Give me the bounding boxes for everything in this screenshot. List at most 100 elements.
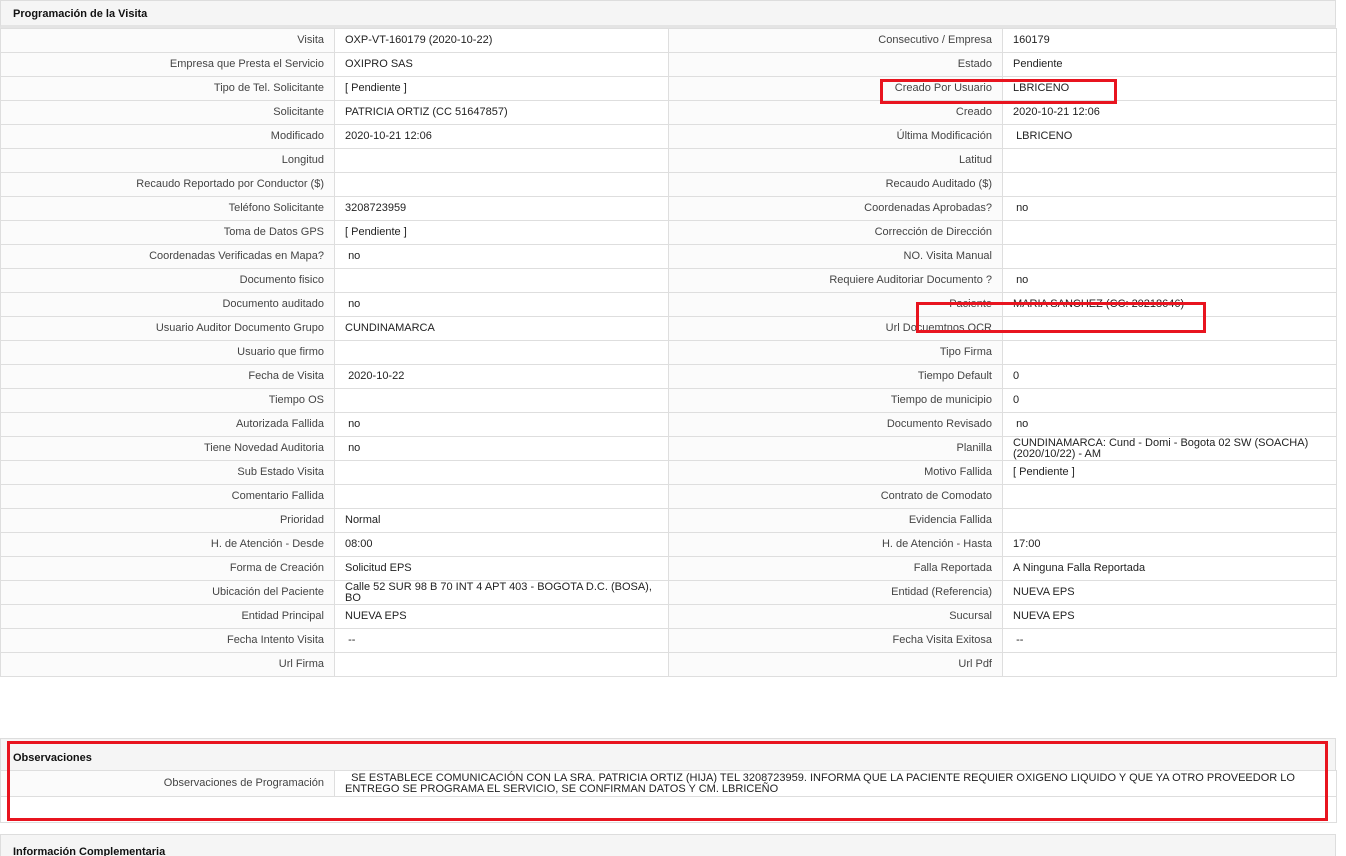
field-label: Entidad Principal <box>0 604 335 629</box>
field-label: Creado <box>668 100 1003 125</box>
field-label: Fecha Intento Visita <box>0 628 335 653</box>
table-row: Visita OXP-VT-160179 (2020-10-22) Consecut… <box>0 28 1337 53</box>
field-value: 0 <box>1002 388 1337 413</box>
field-label: Empresa que Presta el Servicio <box>0 52 335 77</box>
field-label: Latitud <box>668 148 1003 173</box>
field-label: Tipo Firma <box>668 340 1003 365</box>
field-label: Prioridad <box>0 508 335 533</box>
field-value: NUEVA EPS <box>1002 604 1337 629</box>
observaciones-table: Observaciones de Programación SE ESTABLE… <box>0 770 1337 823</box>
field-label: Última Modificación <box>668 124 1003 149</box>
field-label: Recaudo Reportado por Conductor ($) <box>0 172 335 197</box>
field-value: no <box>334 292 669 317</box>
table-row: Recaudo Reportado por Conductor ($) Recau… <box>0 172 1337 197</box>
table-row: Autorizada Fallida no Documento Revisado … <box>0 412 1337 437</box>
field-label: Coordenadas Verificadas en Mapa? <box>0 244 335 269</box>
table-row: Tiene Novedad Auditoria no Planilla CUNDIN… <box>0 436 1337 461</box>
field-value <box>1002 172 1337 197</box>
programacion-table: Visita OXP-VT-160179 (2020-10-22) Consecut… <box>0 28 1337 677</box>
field-label: Visita <box>0 28 335 53</box>
field-value: [ Pendiente ] <box>334 220 669 245</box>
programacion-panel: Programación de la Visita Visita OXP-VT-1… <box>0 0 1337 677</box>
field-value: Calle 52 SUR 98 B 70 INT 4 APT 403 - BOG… <box>334 580 669 605</box>
field-value: MARIA SANCHEZ (CC: 20218646) <box>1002 292 1337 317</box>
table-row: Forma de Creación Solicitud EPS Falla Repo… <box>0 556 1337 581</box>
field-label: H. de Atención - Hasta <box>668 532 1003 557</box>
field-value: NUEVA EPS <box>334 604 669 629</box>
table-row: Solicitante PATRICIA ORTIZ (CC 51647857) C… <box>0 100 1337 125</box>
field-value <box>334 172 669 197</box>
table-row: Documento fisico Requiere Auditoriar Docu… <box>0 268 1337 293</box>
field-label: Longitud <box>0 148 335 173</box>
field-value <box>334 460 669 485</box>
field-value: OXIPRO SAS <box>334 52 669 77</box>
field-label: Fecha de Visita <box>0 364 335 389</box>
field-label: Requiere Auditoriar Documento ? <box>668 268 1003 293</box>
field-label: Fecha Visita Exitosa <box>668 628 1003 653</box>
table-row: Prioridad Normal Evidencia Fallida <box>0 508 1337 533</box>
field-label: Corrección de Dirección <box>668 220 1003 245</box>
field-value: 160179 <box>1002 28 1337 53</box>
field-label: Sub Estado Visita <box>0 460 335 485</box>
field-value: OXP-VT-160179 (2020-10-22) <box>334 28 669 53</box>
observaciones-panel: Observaciones Observaciones de Programac… <box>0 738 1337 823</box>
field-value: no <box>334 412 669 437</box>
field-value: [ Pendiente ] <box>1002 460 1337 485</box>
table-row: H. de Atención - Desde 08:00 H. de Atenció… <box>0 532 1337 557</box>
field-label: Comentario Fallida <box>0 484 335 509</box>
complementaria-panel: Información Complementaria <box>0 834 1336 856</box>
table-row: Teléfono Solicitante 3208723959 Coordenada… <box>0 196 1337 221</box>
table-row <box>0 796 1337 823</box>
field-label: Usuario que firmo <box>0 340 335 365</box>
field-value: 08:00 <box>334 532 669 557</box>
table-row: Comentario Fallida Contrato de Comodato <box>0 484 1337 509</box>
table-row: Modificado 2020-10-21 12:06 Última Modific… <box>0 124 1337 149</box>
field-label: Tiene Novedad Auditoria <box>0 436 335 461</box>
field-label: Motivo Fallida <box>668 460 1003 485</box>
field-value <box>334 652 669 677</box>
field-value: -- <box>1002 628 1337 653</box>
field-value: Solicitud EPS <box>334 556 669 581</box>
table-row: Tipo de Tel. Solicitante[ Pendiente ] Cre… <box>0 76 1337 101</box>
field-label: Tiempo Default <box>668 364 1003 389</box>
field-label: Solicitante <box>0 100 335 125</box>
field-label: Tiempo OS <box>0 388 335 413</box>
observaciones-value: SE ESTABLECE COMUNICACIÓN CON LA SRA. PA… <box>334 770 1337 797</box>
field-value: [ Pendiente ] <box>334 76 669 101</box>
field-value: 3208723959 <box>334 196 669 221</box>
field-label: Contrato de Comodato <box>668 484 1003 509</box>
field-value: -- <box>334 628 669 653</box>
table-row: Empresa que Presta el Servicio OXIPRO SAS… <box>0 52 1337 77</box>
field-label: Url Pdf <box>668 652 1003 677</box>
field-label: Url Firma <box>0 652 335 677</box>
field-value: 17:00 <box>1002 532 1337 557</box>
field-value: Normal <box>334 508 669 533</box>
field-label: Url Docuemtnos OCR <box>668 316 1003 341</box>
field-label: Coordenadas Aprobadas? <box>668 196 1003 221</box>
table-row: Usuario Auditor Documento Grupo CUNDINAMA… <box>0 316 1337 341</box>
field-label: Ubicación del Paciente <box>0 580 335 605</box>
field-value <box>1002 484 1337 509</box>
table-row: Url Firma Url Pdf <box>0 652 1337 677</box>
table-row: Entidad Principal NUEVA EPS Sucursal NUEVA … <box>0 604 1337 629</box>
field-label: Autorizada Fallida <box>0 412 335 437</box>
table-row: Coordenadas Verificadas en Mapa? no NO. V… <box>0 244 1337 269</box>
field-value <box>334 388 669 413</box>
field-label: H. de Atención - Desde <box>0 532 335 557</box>
field-value <box>1002 652 1337 677</box>
field-label: Evidencia Fallida <box>668 508 1003 533</box>
field-value: Pendiente <box>1002 52 1337 77</box>
field-value <box>1002 340 1337 365</box>
field-label: Paciente <box>668 292 1003 317</box>
field-value <box>1002 220 1337 245</box>
table-row: Fecha Intento Visita -- Fecha Visita Exit… <box>0 628 1337 653</box>
field-value <box>334 148 669 173</box>
field-label: Documento auditado <box>0 292 335 317</box>
field-value <box>1002 508 1337 533</box>
field-value: LBRICENO <box>1002 124 1337 149</box>
field-label: Tipo de Tel. Solicitante <box>0 76 335 101</box>
field-value <box>334 268 669 293</box>
field-value <box>1002 148 1337 173</box>
field-value <box>334 340 669 365</box>
observaciones-label: Observaciones de Programación <box>0 770 335 797</box>
